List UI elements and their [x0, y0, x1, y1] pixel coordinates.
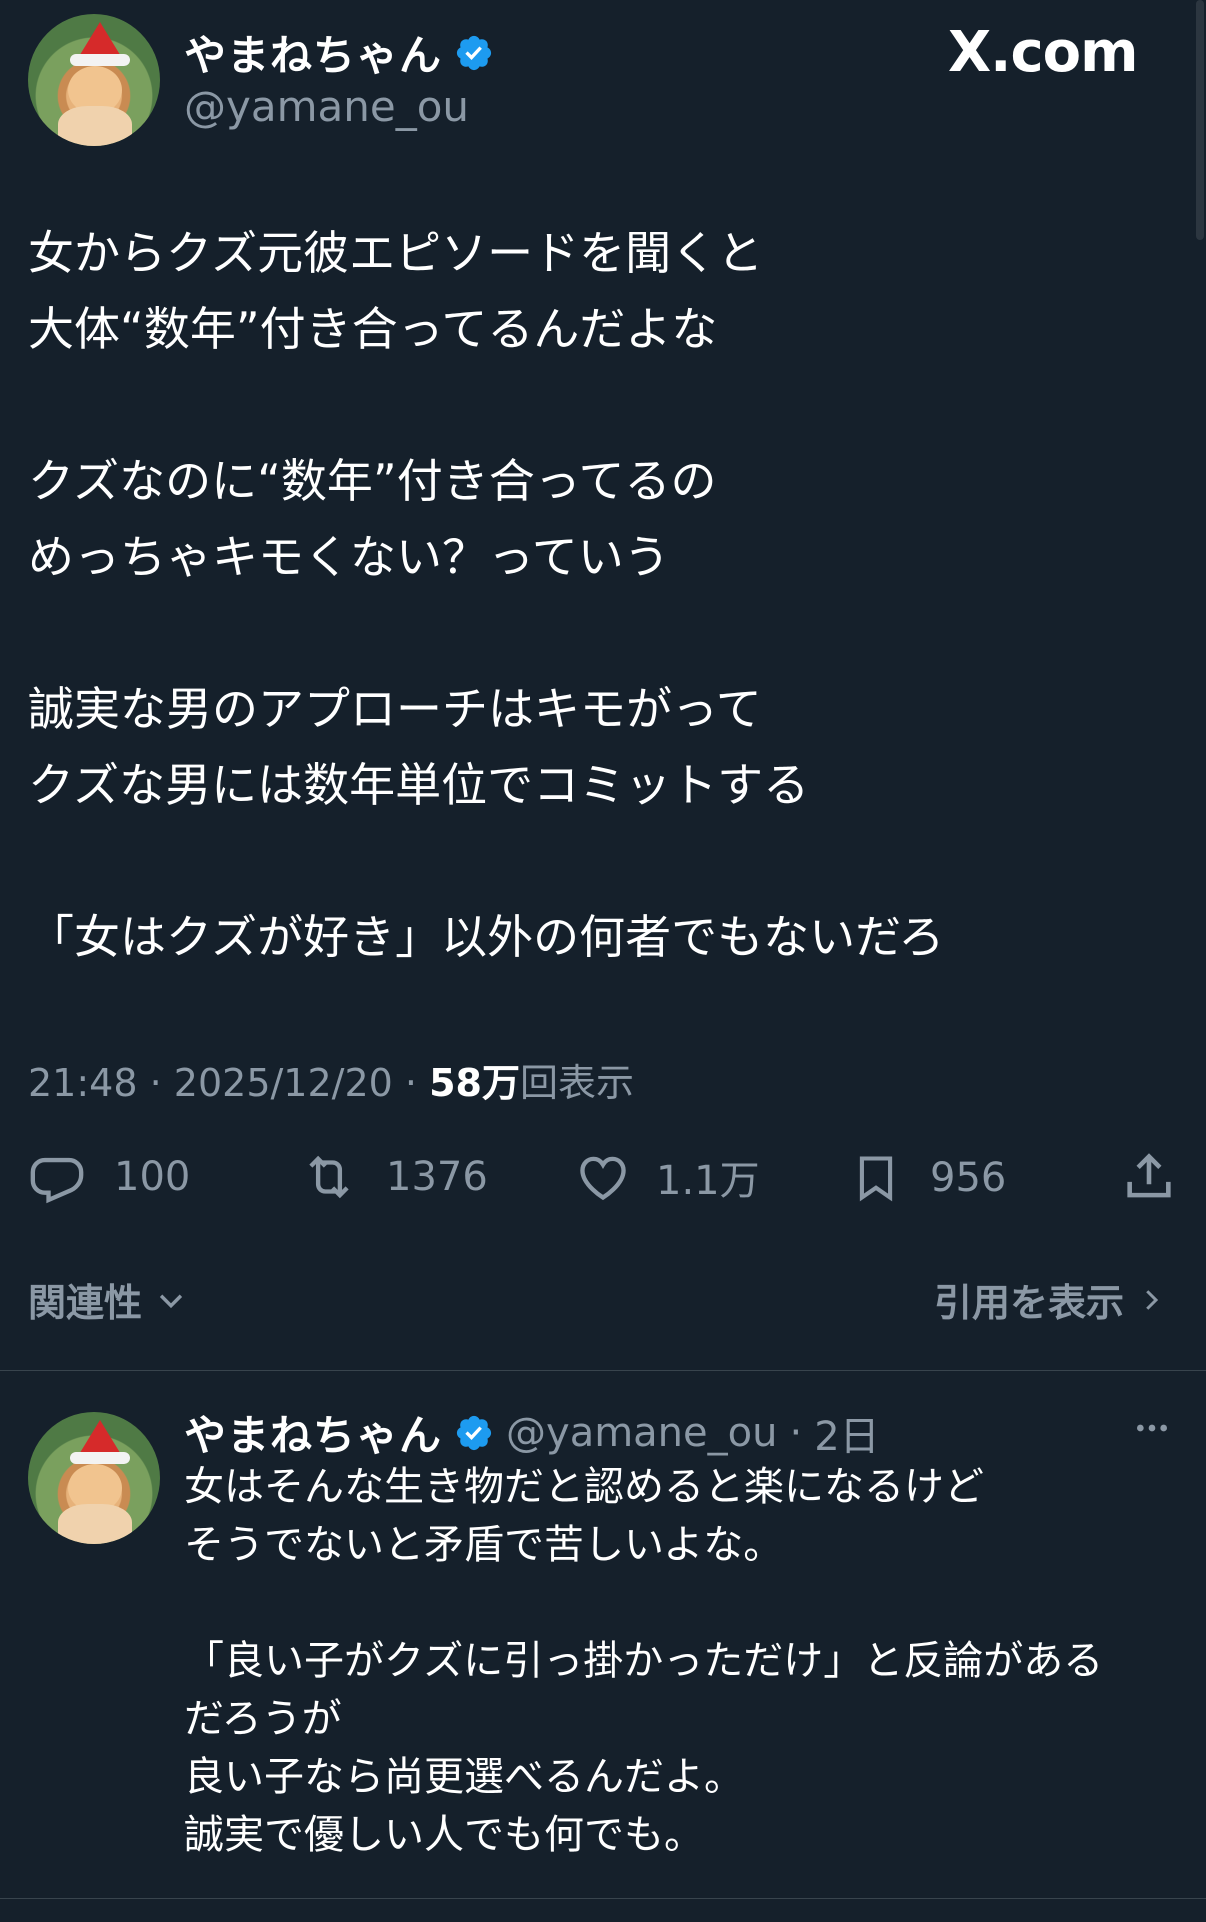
divider: [0, 1898, 1206, 1899]
divider: [0, 1370, 1206, 1371]
retweet-count: 1376: [386, 1154, 488, 1200]
x-com-logo: X.com: [948, 20, 1138, 85]
chevron-right-icon: [1146, 1289, 1159, 1310]
reply-author-name[interactable]: やまねちゃん: [184, 1402, 442, 1463]
view-count: 58万: [429, 1061, 520, 1105]
share-icon[interactable]: [1120, 1148, 1178, 1206]
reply-text: 女はそんな生き物だと認めると楽になるけど そうでないと矛盾で苦しいよな。 「良い…: [184, 1464, 1104, 1858]
like-action[interactable]: 1.1万: [574, 1148, 760, 1206]
reply-author-avatar[interactable]: [28, 1412, 160, 1544]
tweet-time[interactable]: 21:48: [28, 1061, 138, 1105]
reply-action[interactable]: 100: [28, 1148, 190, 1206]
reply-author-handle[interactable]: @yamane_ou: [506, 1410, 777, 1456]
meta-separator: ·: [404, 1061, 418, 1105]
view-quotes-label: 引用を表示: [934, 1281, 1125, 1325]
retweet-action[interactable]: 1376: [298, 1148, 488, 1206]
reply-age[interactable]: 2日: [814, 1404, 879, 1462]
like-count: 1.1万: [656, 1158, 760, 1204]
retweet-icon[interactable]: [298, 1148, 360, 1206]
reply-count: 100: [114, 1154, 191, 1200]
bookmark-action[interactable]: 956: [850, 1148, 1006, 1208]
view-label: 回表示: [520, 1061, 635, 1105]
more-options-icon[interactable]: [1130, 1408, 1174, 1452]
verified-badge-icon: [456, 35, 492, 70]
meta-separator: ·: [789, 1409, 803, 1456]
view-quotes-link[interactable]: 引用を表示: [934, 1272, 1166, 1327]
author-handle[interactable]: @yamane_ou: [184, 82, 469, 131]
tweet-text: 女からクズ元彼エピソードを聞くと 大体“数年”付き合ってるんだよな クズなのに“…: [28, 226, 945, 964]
reply-icon[interactable]: [28, 1148, 86, 1206]
verified-badge-icon: [456, 1415, 492, 1450]
bookmark-count: 956: [930, 1155, 1007, 1201]
sort-dropdown[interactable]: 関連性: [28, 1272, 188, 1327]
author-name[interactable]: やまねちゃん: [184, 22, 442, 83]
heart-icon[interactable]: [574, 1148, 632, 1206]
chevron-down-icon: [159, 1294, 183, 1308]
meta-separator: ·: [149, 1061, 162, 1105]
santa-hat-icon: [78, 1420, 122, 1456]
bookmark-icon[interactable]: [850, 1148, 902, 1208]
santa-hat-icon: [78, 22, 122, 58]
author-avatar[interactable]: [28, 14, 160, 146]
scrollbar[interactable]: [1196, 0, 1204, 240]
tweet-date[interactable]: 2025/12/20: [174, 1061, 393, 1105]
tweet-meta: 21:48 · 2025/12/20 · 58万回表示: [28, 1052, 634, 1107]
reply-header: やまねちゃん @yamane_ou · 2日: [184, 1402, 880, 1463]
sort-label: 関連性: [28, 1281, 143, 1325]
